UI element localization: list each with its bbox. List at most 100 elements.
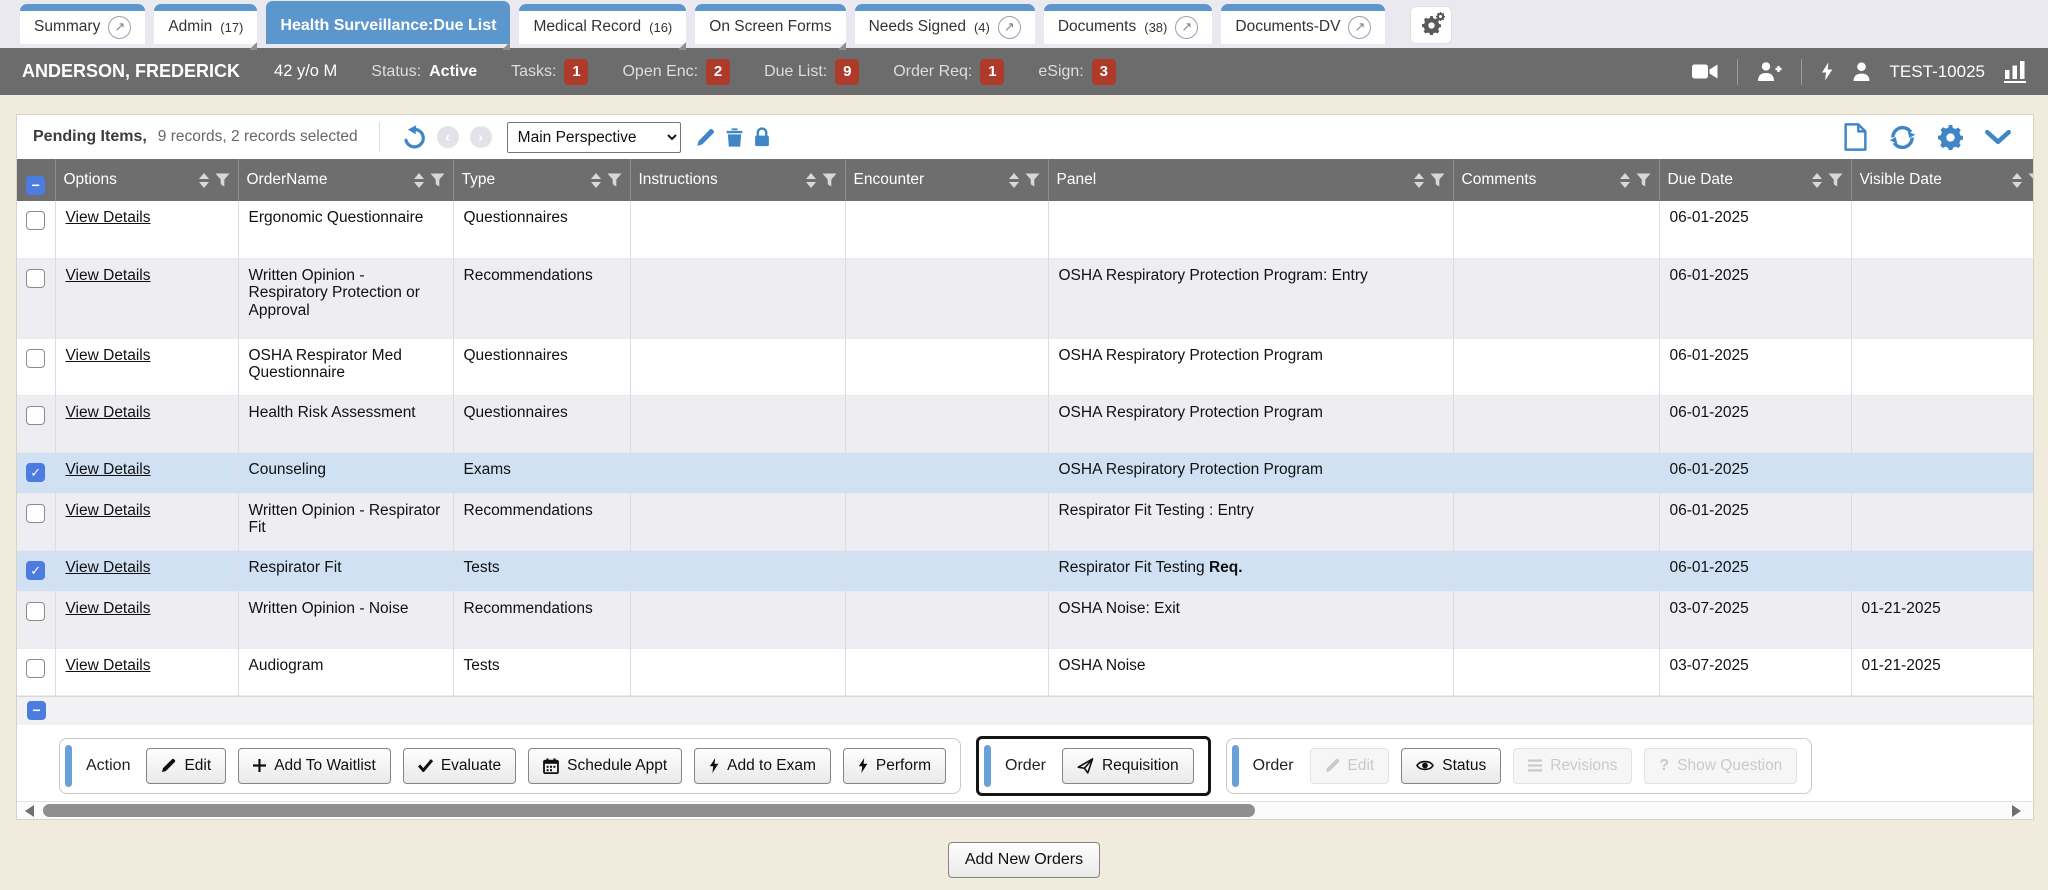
column-header-due-date[interactable]: Due Date (1659, 159, 1851, 201)
nav-back-icon[interactable]: ‹ (437, 126, 459, 148)
column-header-options[interactable]: Options (55, 159, 238, 201)
status-button[interactable]: Status (1401, 748, 1501, 784)
horizontal-scrollbar[interactable] (17, 801, 2033, 819)
counter-badge[interactable]: 1 (564, 59, 588, 85)
bolt-icon (709, 758, 719, 773)
view-details-link[interactable]: View Details (66, 559, 151, 576)
sort-icon[interactable] (591, 173, 601, 188)
filter-funnel-icon[interactable] (2028, 173, 2035, 187)
scroll-right-arrow-icon[interactable] (2012, 805, 2021, 817)
filter-funnel-icon[interactable] (607, 173, 622, 187)
column-header-encounter[interactable]: Encounter (845, 159, 1048, 201)
edit-button[interactable]: Edit (146, 748, 226, 784)
tab-medical-record[interactable]: Medical Record(16) (519, 4, 686, 44)
filter-funnel-icon[interactable] (822, 173, 837, 187)
tab-needs-signed[interactable]: Needs Signed(4)↗ (855, 4, 1035, 44)
video-camera-icon[interactable] (1692, 64, 1718, 79)
sort-icon[interactable] (414, 173, 424, 188)
filter-funnel-icon[interactable] (1636, 173, 1651, 187)
tab-admin[interactable]: Admin(17) (154, 4, 257, 44)
cell-due-date: 03-07-2025 (1659, 648, 1851, 695)
view-details-link[interactable]: View Details (66, 267, 151, 284)
sort-icon[interactable] (1414, 173, 1424, 188)
person-icon[interactable] (1852, 62, 1871, 81)
external-link-icon[interactable]: ↗ (1175, 16, 1198, 39)
external-link-icon[interactable]: ↗ (998, 16, 1021, 39)
gear-icon[interactable] (1938, 125, 1963, 150)
filter-funnel-icon[interactable] (215, 173, 230, 187)
row-checkbox[interactable] (26, 561, 45, 580)
add-new-orders-button[interactable]: Add New Orders (948, 842, 1100, 878)
scroll-left-arrow-icon[interactable] (25, 805, 34, 817)
sort-icon[interactable] (1009, 173, 1019, 188)
document-icon[interactable] (1844, 123, 1867, 151)
undo-icon[interactable] (401, 125, 426, 150)
select-all-checkbox[interactable] (26, 176, 45, 195)
tab-summary[interactable]: Summary↗ (20, 4, 145, 44)
refresh-icon[interactable] (1889, 125, 1916, 150)
column-header-type[interactable]: Type (453, 159, 630, 201)
external-link-icon[interactable]: ↗ (1348, 16, 1371, 39)
view-details-link[interactable]: View Details (66, 209, 151, 226)
row-checkbox[interactable] (26, 659, 45, 678)
external-link-icon[interactable]: ↗ (108, 16, 131, 39)
row-checkbox[interactable] (26, 269, 45, 288)
schedule-appt-button[interactable]: Schedule Appt (528, 748, 682, 784)
counter-badge[interactable]: 9 (835, 59, 859, 85)
counter-badge[interactable]: 2 (706, 59, 730, 85)
tab-documents-dv[interactable]: Documents-DV↗ (1221, 4, 1385, 44)
button-label: Edit (1348, 757, 1375, 775)
chevron-down-icon[interactable] (1985, 130, 2011, 145)
row-checkbox[interactable] (26, 463, 45, 482)
view-details-link[interactable]: View Details (66, 657, 151, 674)
bar-chart-icon[interactable] (2004, 61, 2026, 83)
sort-icon[interactable] (2012, 173, 2022, 188)
column-label: Comments (1462, 171, 1614, 189)
sort-icon[interactable] (806, 173, 816, 188)
counter-badge[interactable]: 1 (980, 59, 1004, 85)
add-to-waitlist-button[interactable]: Add To Waitlist (238, 748, 391, 784)
row-checkbox[interactable] (26, 602, 45, 621)
column-header-visible-date[interactable]: Visible Date (1851, 159, 2034, 201)
view-details-link[interactable]: View Details (66, 404, 151, 421)
sort-icon[interactable] (1812, 173, 1822, 188)
column-header-ordername[interactable]: OrderName (238, 159, 453, 201)
filter-funnel-icon[interactable] (430, 173, 445, 187)
perform-button[interactable]: Perform (843, 748, 946, 784)
row-checkbox[interactable] (26, 349, 45, 368)
counter-badge[interactable]: 3 (1092, 59, 1116, 85)
view-details-link[interactable]: View Details (66, 347, 151, 364)
filter-funnel-icon[interactable] (1828, 173, 1843, 187)
row-checkbox[interactable] (26, 406, 45, 425)
row-checkbox[interactable] (26, 504, 45, 523)
column-header-comments[interactable]: Comments (1453, 159, 1659, 201)
tab-settings-button[interactable] (1410, 6, 1452, 44)
view-details-link[interactable]: View Details (66, 502, 151, 519)
filter-funnel-icon[interactable] (1025, 173, 1040, 187)
lock-icon[interactable] (754, 127, 770, 147)
tab-health-surveillance-due-list[interactable]: Health Surveillance:Due List (266, 1, 510, 44)
filter-funnel-icon[interactable] (1430, 173, 1445, 187)
sort-icon[interactable] (1620, 173, 1630, 188)
view-details-link[interactable]: View Details (66, 600, 151, 617)
sort-icon[interactable] (199, 173, 209, 188)
cell-comments (1453, 395, 1659, 452)
evaluate-button[interactable]: Evaluate (403, 748, 516, 784)
column-header-instructions[interactable]: Instructions (630, 159, 845, 201)
trash-icon[interactable] (726, 128, 743, 147)
cell-options: View Details (55, 550, 238, 591)
perspective-select[interactable]: Main Perspective (507, 122, 681, 153)
add-to-exam-button[interactable]: Add to Exam (694, 748, 831, 784)
tab-documents[interactable]: Documents(38)↗ (1044, 4, 1213, 44)
nav-forward-icon[interactable]: › (470, 126, 492, 148)
scrollbar-thumb[interactable] (43, 804, 1255, 817)
requisition-button[interactable]: Requisition (1062, 748, 1194, 784)
column-header-panel[interactable]: Panel (1048, 159, 1453, 201)
row-checkbox[interactable] (26, 211, 45, 230)
add-person-icon[interactable] (1757, 62, 1782, 81)
view-details-link[interactable]: View Details (66, 461, 151, 478)
bolt-icon[interactable] (1821, 62, 1833, 81)
pencil-icon[interactable] (696, 128, 715, 147)
tab-on-screen-forms[interactable]: On Screen Forms (695, 4, 845, 44)
select-all-checkbox[interactable] (27, 701, 46, 720)
